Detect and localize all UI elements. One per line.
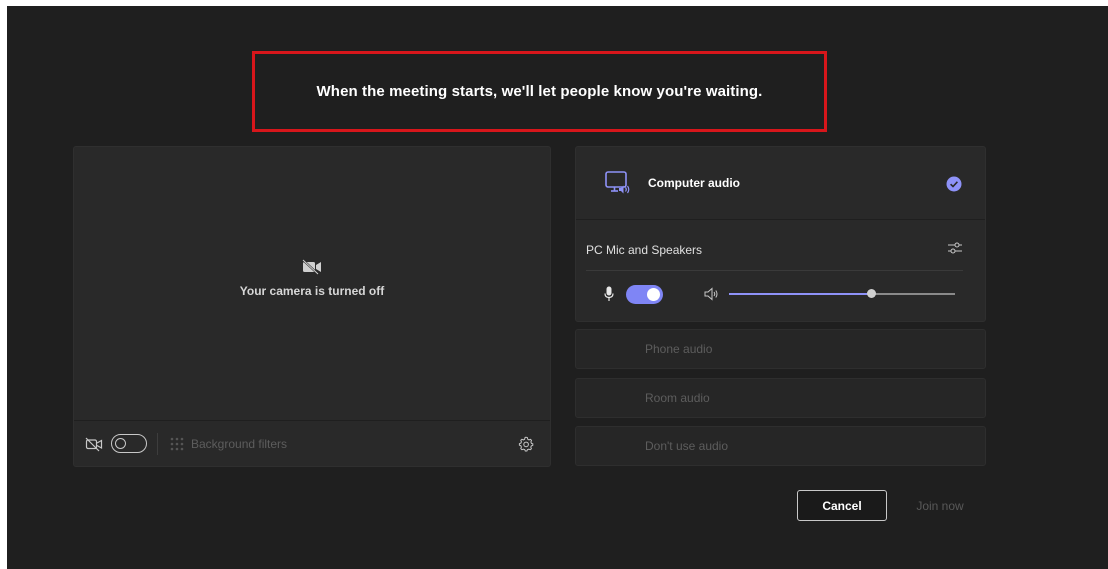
audio-controls-row bbox=[604, 282, 963, 306]
microphone-icon bbox=[604, 286, 614, 301]
no-audio-label: Don't use audio bbox=[645, 439, 729, 453]
camera-toggle[interactable] bbox=[111, 434, 147, 453]
background-filters-button[interactable]: Background filters bbox=[191, 437, 287, 451]
background-filters-icon bbox=[170, 437, 184, 450]
settings-gear-icon[interactable] bbox=[518, 436, 534, 452]
volume-thumb[interactable] bbox=[867, 289, 877, 298]
camera-off-text: Your camera is turned off bbox=[239, 284, 385, 298]
audio-device-row: PC Mic and Speakers bbox=[586, 235, 963, 271]
room-audio-label: Room audio bbox=[645, 391, 710, 405]
computer-audio-label: Computer audio bbox=[648, 176, 740, 190]
camera-controls-bar: Background filters bbox=[74, 420, 550, 466]
computer-audio-option[interactable]: Computer audio bbox=[576, 147, 985, 220]
phone-audio-label: Phone audio bbox=[645, 342, 713, 356]
microphone-toggle[interactable] bbox=[626, 284, 663, 304]
camera-preview: Your camera is turned off Background fil… bbox=[73, 146, 551, 467]
room-audio-option[interactable]: Room audio bbox=[575, 378, 986, 418]
camera-off-placeholder: Your camera is turned off bbox=[74, 259, 550, 298]
camera-off-icon bbox=[302, 259, 321, 275]
computer-audio-icon bbox=[605, 171, 630, 194]
camera-toggle-knob bbox=[115, 437, 126, 449]
divider bbox=[157, 432, 158, 455]
join-now-button[interactable]: Join now bbox=[903, 490, 977, 521]
device-settings-icon[interactable] bbox=[947, 240, 963, 256]
check-circle-icon bbox=[946, 176, 962, 192]
waiting-message-banner: When the meeting starts, we'll let peopl… bbox=[252, 51, 827, 132]
cancel-button[interactable]: Cancel bbox=[797, 490, 887, 521]
volume-slider[interactable] bbox=[729, 287, 955, 301]
microphone-toggle-knob bbox=[647, 287, 660, 301]
waiting-message: When the meeting starts, we'll let peopl… bbox=[316, 83, 763, 100]
audio-device-label: PC Mic and Speakers bbox=[586, 243, 703, 257]
speaker-icon bbox=[704, 287, 718, 301]
audio-settings-card: Computer audio PC Mic and Speakers bbox=[575, 146, 986, 322]
camera-off-icon bbox=[85, 437, 103, 451]
phone-audio-option[interactable]: Phone audio bbox=[575, 329, 986, 369]
no-audio-option[interactable]: Don't use audio bbox=[575, 426, 986, 466]
volume-fill bbox=[729, 293, 872, 295]
